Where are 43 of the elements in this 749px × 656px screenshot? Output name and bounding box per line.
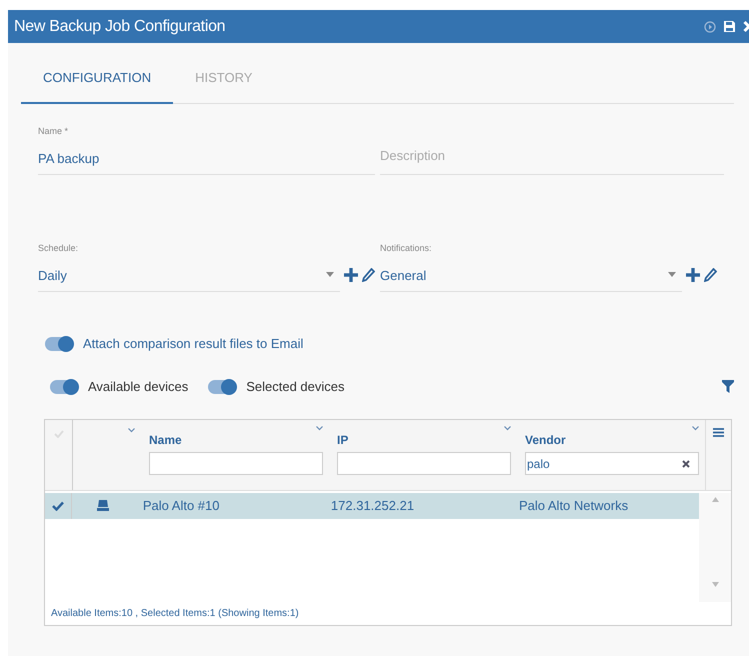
plus-icon[interactable] [344, 268, 358, 282]
field-label: Schedule: [38, 243, 80, 253]
filter-input[interactable]: palo [525, 452, 699, 475]
filter-input[interactable] [149, 452, 323, 475]
filter-icon[interactable] [722, 380, 734, 393]
toggle-label: Selected devices [246, 379, 344, 394]
column-header[interactable]: IP [337, 433, 348, 447]
window-title: New Backup Job Configuration [14, 18, 226, 36]
tab[interactable]: CONFIGURATION [21, 58, 174, 104]
plus-icon[interactable] [686, 268, 700, 282]
filter-input[interactable] [337, 452, 511, 475]
field-label: Name * [38, 126, 70, 136]
toggle-label: Available devices [88, 379, 188, 394]
check-icon [52, 500, 64, 511]
chevron-icon[interactable] [316, 426, 323, 431]
chevron-icon[interactable] [504, 426, 511, 431]
table-cell: 172.31.252.21 [330, 498, 414, 514]
play-icon[interactable] [704, 20, 716, 32]
check-icon[interactable] [54, 430, 64, 438]
caret-icon [326, 272, 334, 277]
caret-icon [668, 272, 676, 277]
toggle-switch[interactable] [45, 336, 73, 350]
table-cell: Palo Alto Networks [518, 498, 628, 514]
column-header[interactable]: Name [149, 433, 182, 447]
toggle-switch[interactable] [50, 380, 78, 394]
select-field[interactable]: Notifications: General [380, 243, 682, 292]
chevron-icon[interactable] [128, 428, 135, 433]
column-header[interactable]: Vendor [525, 433, 566, 447]
field-label: Notifications: [380, 243, 433, 253]
table-row[interactable]: Palo Alto #10 172.31.252.21 Palo Alto Networks [45, 492, 699, 519]
pencil-icon[interactable] [704, 268, 717, 282]
toggle-label: Attach comparison result files to Email [83, 336, 304, 351]
table-cell: Palo Alto #10 [142, 498, 220, 514]
menu-icon[interactable] [713, 428, 724, 437]
chevron-icon[interactable] [692, 426, 699, 431]
name-field[interactable]: Name * PA backup [38, 126, 375, 175]
select-field[interactable]: Schedule: Daily [38, 243, 340, 292]
save-icon[interactable] [723, 20, 736, 33]
item-count: Available Items:10 , Selected Items:1 (Showing Items:1) [51, 608, 299, 619]
clear-icon[interactable] [682, 460, 690, 468]
device-icon [97, 500, 110, 512]
toggle-switch[interactable] [208, 380, 236, 394]
pencil-icon[interactable] [362, 268, 375, 282]
